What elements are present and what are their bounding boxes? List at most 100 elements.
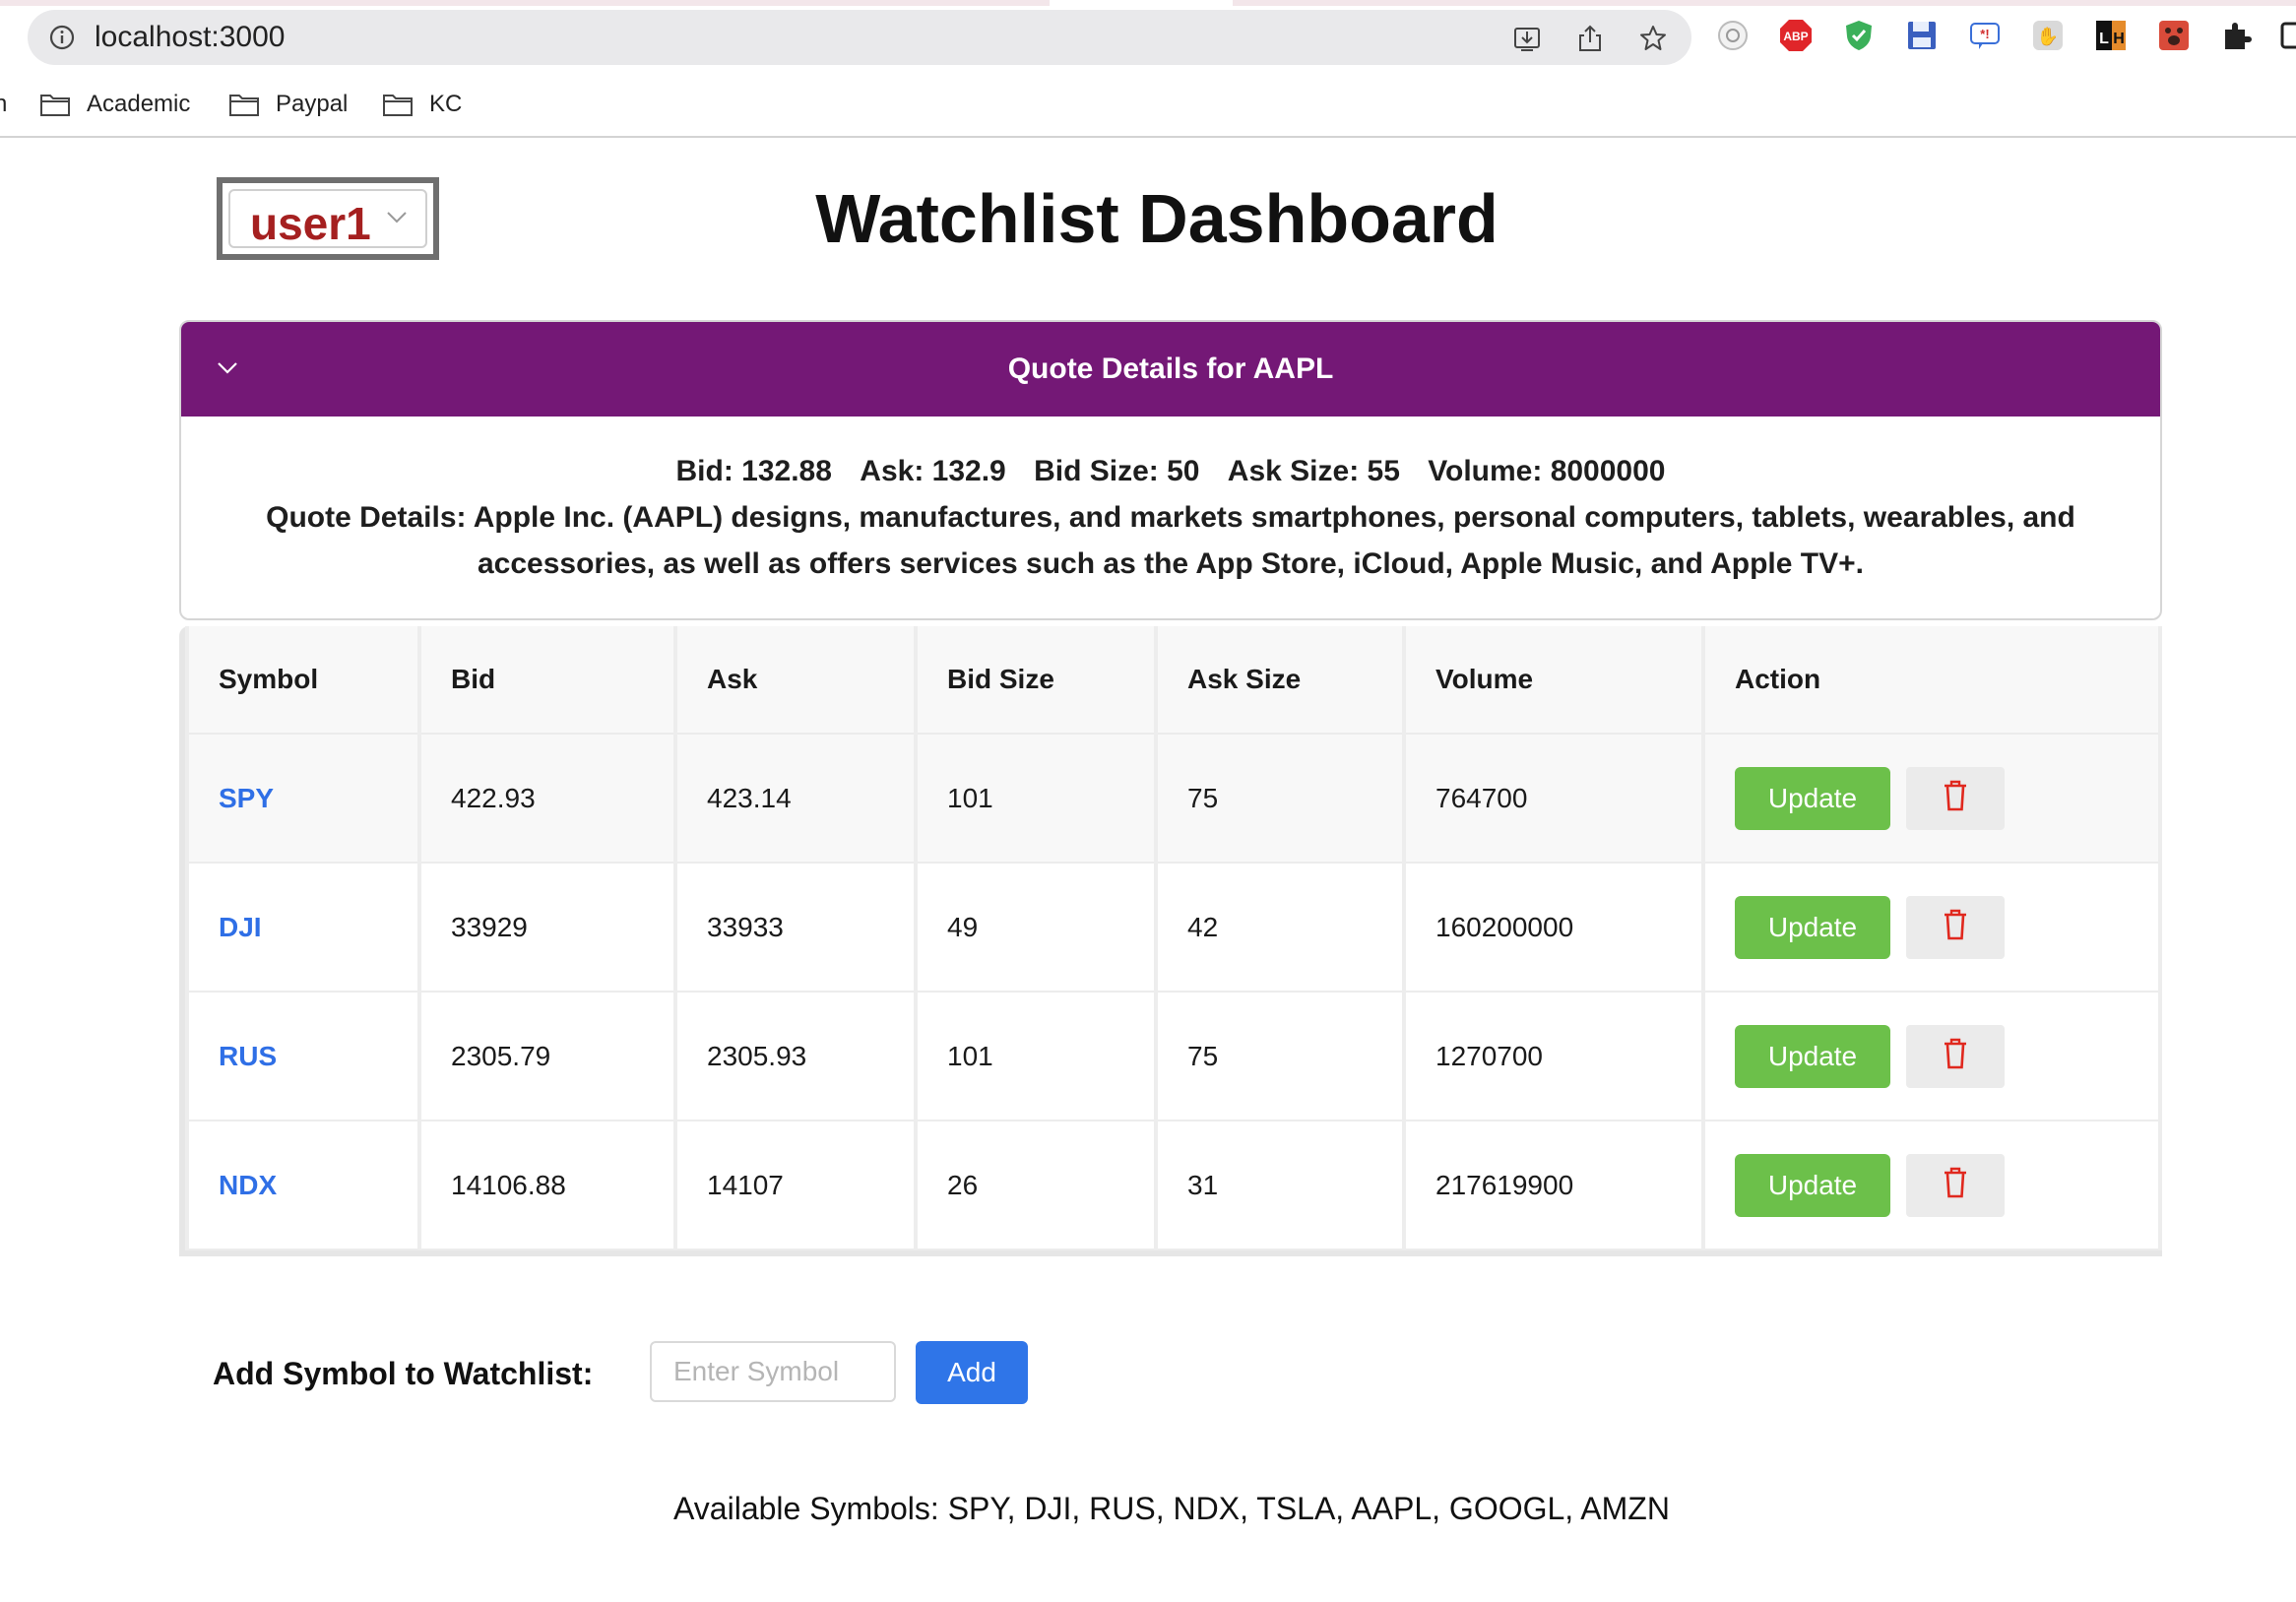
action-cell: Update — [1705, 993, 2158, 1121]
svg-text:*!: *! — [1980, 27, 1989, 41]
quote-details-panel: Quote Details for AAPL Bid: 132.88 Ask: … — [179, 320, 2162, 620]
svg-text:L: L — [2099, 31, 2109, 47]
bid-size-cell: 26 — [918, 1121, 1154, 1250]
add-symbol-label: Add Symbol to Watchlist: — [213, 1356, 594, 1391]
adblock-icon[interactable]: ABP — [1778, 18, 1814, 53]
paw-icon[interactable] — [2156, 18, 2192, 53]
bookmarks-bar: n Academic Paypal KC — [0, 79, 2296, 130]
browser-chrome: localhost:3000 ABP *! ✋ L H n Academic P… — [0, 0, 2296, 138]
column-header-volume[interactable]: Volume — [1406, 626, 1701, 735]
bid-size-cell: 101 — [918, 735, 1154, 864]
table-header-row: Symbol Bid Ask Bid Size Ask Size Volume … — [189, 626, 2158, 735]
table-row: DJI 33929 33933 49 42 160200000 Update — [189, 864, 2158, 993]
delete-button[interactable] — [1906, 895, 2005, 959]
puzzle-icon[interactable] — [2219, 18, 2255, 53]
user-select[interactable]: user1 — [228, 189, 427, 248]
quote-panel-title: Quote Details for AAPL — [1007, 352, 1334, 385]
update-button[interactable]: Update — [1735, 1153, 1890, 1217]
user-select-frame: user1 — [217, 177, 439, 260]
bid-cell: 2305.79 — [421, 993, 673, 1121]
quote-description: Quote Details: Apple Inc. (AAPL) designs… — [266, 501, 2075, 580]
install-app-icon[interactable] — [1512, 24, 1542, 53]
bid-size-cell: 101 — [918, 993, 1154, 1121]
action-cell: Update — [1705, 735, 2158, 864]
bookmark-label: Paypal — [276, 91, 349, 117]
delete-button[interactable] — [1906, 1153, 2005, 1217]
symbol-cell: RUS — [189, 993, 417, 1121]
symbol-link[interactable]: DJI — [219, 912, 262, 942]
save-icon[interactable] — [1904, 18, 1940, 53]
update-button[interactable]: Update — [1735, 1024, 1890, 1088]
tab-strip — [0, 0, 2296, 6]
bookmark-partial[interactable]: n — [0, 87, 7, 122]
column-header-bid-size[interactable]: Bid Size — [918, 626, 1154, 735]
address-bar[interactable]: localhost:3000 — [28, 10, 1691, 65]
symbol-link[interactable]: SPY — [219, 783, 274, 813]
table-row: SPY 422.93 423.14 101 75 764700 Update — [189, 735, 2158, 864]
quote-ask: Ask: 132.9 — [860, 455, 1006, 487]
volume-cell: 160200000 — [1406, 864, 1701, 993]
add-button[interactable]: Add — [916, 1341, 1028, 1404]
symbol-cell: DJI — [189, 864, 417, 993]
info-icon[interactable] — [49, 25, 75, 50]
hand-icon[interactable]: ✋ — [2030, 18, 2066, 53]
quote-bid: Bid: 132.88 — [675, 455, 832, 487]
column-header-symbol[interactable]: Symbol — [189, 626, 417, 735]
trash-icon — [1945, 1167, 1966, 1197]
quote-volume: Volume: 8000000 — [1428, 455, 1666, 487]
ask-cell: 2305.93 — [677, 993, 914, 1121]
shield-icon[interactable] — [1841, 18, 1877, 53]
column-header-bid[interactable]: Bid — [421, 626, 673, 735]
chrome-divider — [0, 136, 2296, 138]
volume-cell: 1270700 — [1406, 993, 1701, 1121]
column-header-ask-size[interactable]: Ask Size — [1158, 626, 1402, 735]
ask-size-cell: 31 — [1158, 1121, 1402, 1250]
volume-cell: 217619900 — [1406, 1121, 1701, 1250]
folder-icon — [383, 95, 413, 116]
table-row: NDX 14106.88 14107 26 31 217619900 Updat… — [189, 1121, 2158, 1250]
bid-cell: 33929 — [421, 864, 673, 993]
symbol-link[interactable]: NDX — [219, 1170, 277, 1200]
symbol-cell: NDX — [189, 1121, 417, 1250]
bookmark-paypal[interactable]: Paypal — [228, 87, 348, 122]
folder-icon — [229, 95, 259, 116]
available-symbols: Available Symbols: SPY, DJI, RUS, NDX, T… — [673, 1491, 1670, 1526]
ask-cell: 423.14 — [677, 735, 914, 864]
window-icon[interactable] — [2278, 18, 2296, 53]
quote-panel-header[interactable]: Quote Details for AAPL — [181, 322, 2160, 417]
bid-cell: 422.93 — [421, 735, 673, 864]
quote-panel-body: Bid: 132.88 Ask: 132.9 Bid Size: 50 Ask … — [221, 448, 2121, 587]
user-select-value: user1 — [250, 198, 371, 249]
quote-ask-size: Ask Size: 55 — [1227, 455, 1400, 487]
symbol-link[interactable]: RUS — [219, 1041, 277, 1071]
update-button[interactable]: Update — [1735, 895, 1890, 959]
quote-bid-size: Bid Size: 50 — [1034, 455, 1200, 487]
timer-icon[interactable] — [1715, 18, 1751, 53]
bookmark-academic[interactable]: Academic — [39, 87, 190, 122]
ask-size-cell: 75 — [1158, 735, 1402, 864]
trash-icon — [1945, 909, 1966, 939]
svg-text:ABP: ABP — [1783, 30, 1808, 43]
share-icon[interactable] — [1575, 24, 1605, 53]
folder-icon — [40, 95, 70, 116]
bookmark-label: n — [0, 91, 8, 117]
delete-button[interactable] — [1906, 766, 2005, 830]
delete-button[interactable] — [1906, 1024, 2005, 1088]
trash-icon — [1945, 780, 1966, 810]
action-cell: Update — [1705, 1121, 2158, 1250]
trash-icon — [1945, 1038, 1966, 1068]
bookmark-star-icon[interactable] — [1638, 24, 1668, 53]
tab-strip-gap — [1050, 0, 1233, 6]
ask-size-cell: 42 — [1158, 864, 1402, 993]
lighthouse-icon[interactable]: L H — [2093, 18, 2129, 53]
column-header-ask[interactable]: Ask — [677, 626, 914, 735]
ask-cell: 33933 — [677, 864, 914, 993]
url-text[interactable]: localhost:3000 — [95, 22, 285, 53]
symbol-input[interactable] — [650, 1341, 896, 1402]
symbol-cell: SPY — [189, 735, 417, 864]
bookmark-kc[interactable]: KC — [382, 87, 462, 122]
bookmark-label: KC — [429, 91, 463, 117]
update-button[interactable]: Update — [1735, 766, 1890, 830]
ask-cell: 14107 — [677, 1121, 914, 1250]
feedback-icon[interactable]: *! — [1967, 18, 2003, 53]
